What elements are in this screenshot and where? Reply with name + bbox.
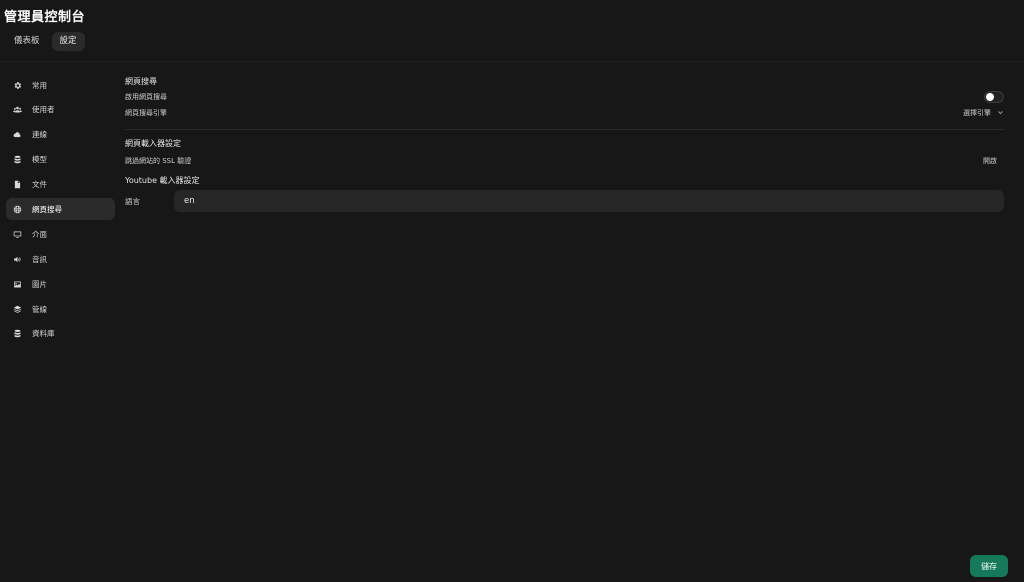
bypass-ssl-toggle-button[interactable]: 開啟 — [983, 156, 997, 166]
sidebar-item-web-search[interactable]: 網頁搜尋 — [6, 198, 115, 221]
globe-icon — [12, 204, 22, 214]
enable-web-search-row: 啟用網頁搜尋 — [125, 91, 1004, 103]
image-icon — [12, 279, 22, 289]
chevron-down-icon — [997, 109, 1004, 118]
document-icon — [12, 180, 22, 190]
admin-panel: 管理員控制台 儀表板 設定 常用 使用者 連線 模型 文件 網頁搜尋 介面 音訊… — [0, 0, 1024, 582]
sidebar-item-label: 文件 — [32, 180, 47, 190]
youtube-loader-section-title: Youtube 載入器設定 — [125, 176, 200, 185]
users-icon — [12, 105, 22, 115]
web-loader-section-title: 網頁載入器設定 — [125, 139, 181, 148]
sidebar-item-documents[interactable]: 文件 — [6, 174, 115, 196]
web-search-section-title: 網頁搜尋 — [125, 77, 157, 86]
youtube-language-label: 語言 — [125, 196, 140, 206]
sidebar-item-pipelines[interactable]: 管線 — [6, 298, 115, 320]
layers-icon — [12, 304, 22, 314]
monitor-icon — [12, 229, 22, 239]
sidebar-item-label: 模型 — [32, 155, 47, 165]
sidebar-item-label: 使用者 — [32, 105, 55, 115]
database-icon — [12, 329, 22, 339]
top-tabs: 儀表板 設定 — [6, 32, 85, 51]
save-button[interactable]: 儲存 — [970, 555, 1008, 577]
sidebar-item-label: 音訊 — [32, 254, 47, 264]
search-engine-label: 網頁搜尋引擎 — [125, 109, 167, 117]
sidebar-item-audio[interactable]: 音訊 — [6, 248, 115, 270]
enable-web-search-label: 啟用網頁搜尋 — [125, 93, 167, 101]
search-engine-row: 網頁搜尋引擎 選擇引擎 — [125, 108, 1004, 118]
page-title: 管理員控制台 — [4, 10, 86, 25]
sidebar-item-label: 介面 — [32, 229, 47, 239]
search-engine-value: 選擇引擎 — [963, 109, 991, 117]
sidebar-item-label: 圖片 — [32, 279, 47, 289]
sidebar-item-label: 管線 — [32, 304, 47, 314]
search-engine-select[interactable]: 選擇引擎 — [963, 108, 1004, 118]
tab-settings[interactable]: 設定 — [51, 32, 85, 51]
gear-icon — [12, 80, 22, 90]
database-icon — [12, 155, 22, 165]
youtube-language-input[interactable] — [174, 190, 1004, 212]
settings-sidebar: 常用 使用者 連線 模型 文件 網頁搜尋 介面 音訊 圖片 管線 資料庫 — [6, 74, 115, 348]
sidebar-item-label: 資料庫 — [32, 329, 55, 339]
bypass-ssl-row: 跳過網站的 SSL 驗證 開啟 — [125, 156, 997, 166]
toggle-knob — [986, 93, 994, 101]
youtube-language-row: 語言 — [125, 190, 1004, 212]
sidebar-item-images[interactable]: 圖片 — [6, 273, 115, 295]
cloud-icon — [12, 130, 22, 140]
sidebar-item-models[interactable]: 模型 — [6, 149, 115, 171]
sidebar-item-interface[interactable]: 介面 — [6, 223, 115, 245]
sidebar-item-label: 連線 — [32, 130, 47, 140]
sidebar-item-database[interactable]: 資料庫 — [6, 323, 115, 345]
sidebar-item-label: 常用 — [32, 80, 47, 90]
speaker-icon — [12, 254, 22, 264]
sidebar-item-connections[interactable]: 連線 — [6, 124, 115, 146]
enable-web-search-toggle[interactable] — [984, 91, 1004, 103]
section-divider — [125, 129, 1004, 130]
sidebar-item-label: 網頁搜尋 — [32, 204, 62, 214]
tab-dashboard[interactable]: 儀表板 — [6, 32, 48, 51]
bypass-ssl-label: 跳過網站的 SSL 驗證 — [125, 157, 192, 165]
sidebar-item-general[interactable]: 常用 — [6, 74, 115, 96]
sidebar-item-users[interactable]: 使用者 — [6, 99, 115, 121]
header-divider — [0, 61, 1024, 62]
